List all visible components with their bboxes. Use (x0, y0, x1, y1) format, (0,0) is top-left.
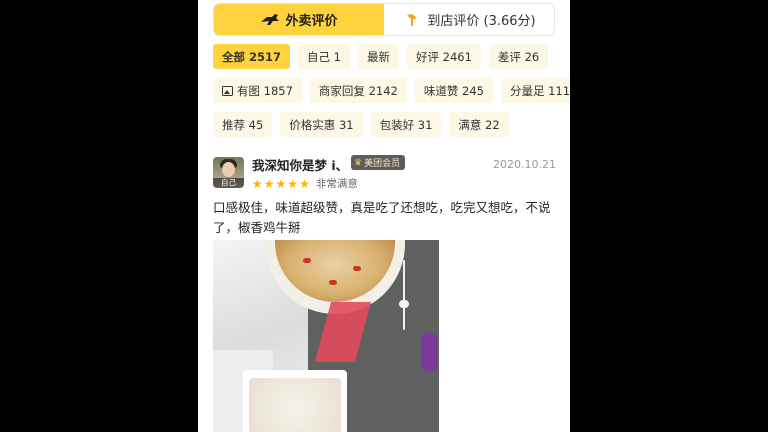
chili (329, 280, 337, 285)
chili (303, 258, 311, 263)
filter-label: 有图 1857 (237, 83, 293, 98)
avatar[interactable]: 自己 (213, 157, 244, 188)
tab-label: 外卖评价 (285, 14, 338, 29)
filter-latest[interactable]: 最新 (358, 44, 399, 69)
review-text: 口感极佳，味道超级赞，真是吃了还想吃，吃完又想吃，不说了，椒香鸡牛掰 (213, 200, 551, 235)
filter-row: 全部 2517 自己 1 最新 好评 2461 差评 26 (213, 44, 558, 69)
filter-merchant-reply[interactable]: 商家回复 2142 (309, 78, 407, 103)
star-icon: ★ (252, 176, 263, 191)
shop-pin-icon (402, 13, 422, 27)
filter-good-price[interactable]: 价格实惠 31 (280, 112, 363, 137)
filter-good-packaging[interactable]: 包装好 31 (370, 112, 442, 137)
star-icon: ★ (263, 176, 275, 191)
filter-negative[interactable]: 差评 26 (488, 44, 549, 69)
filter-satisfied[interactable]: 满意 22 (449, 112, 509, 137)
review-page: 外卖评价 到店评价 (3.66分) 全部 2517 自己 1 最新 好评 246… (198, 0, 570, 432)
review-type-tabs: 外卖评价 到店评价 (3.66分) (213, 3, 555, 36)
username[interactable]: 我深知你是梦 i、 (252, 155, 348, 174)
filter-row: 推荐 45 价格实惠 31 包装好 31 满意 22 (213, 112, 558, 137)
filter-row: 有图 1857 商家回复 2142 味道赞 245 分量足 111 (213, 78, 570, 103)
earbud (399, 300, 409, 308)
earphone-wire (403, 260, 405, 330)
purple-object (421, 332, 437, 372)
crown-icon: ♛ (354, 157, 363, 168)
filter-positive[interactable]: 好评 2461 (407, 44, 481, 69)
delivery-rider-icon (260, 13, 280, 27)
review-date: 2020.10.21 (493, 158, 556, 171)
tab-store-reviews[interactable]: 到店评价 (3.66分) (384, 4, 554, 35)
member-badge-label: 美团会员 (364, 159, 401, 169)
filter-mine[interactable]: 自己 1 (298, 44, 350, 69)
review-photo[interactable] (213, 240, 439, 432)
member-badge: ♛ 美团会员 (351, 155, 406, 170)
filter-all[interactable]: 全部 2517 (213, 44, 291, 69)
avatar-self-tag: 自己 (213, 178, 244, 188)
filter-with-photos[interactable]: 有图 1857 (213, 78, 302, 103)
filter-recommend[interactable]: 推荐 45 (213, 112, 273, 137)
star-rating: ★ ★ ★ ★ ★ 非常满意 (252, 176, 358, 191)
rating-text: 非常满意 (315, 178, 358, 190)
filter-large-portion[interactable]: 分量足 111 (500, 78, 570, 103)
filter-taste-good[interactable]: 味道赞 245 (414, 78, 493, 103)
star-icon: ★ (299, 176, 310, 191)
rice (249, 378, 341, 432)
filter-chips: 全部 2517 自己 1 最新 好评 2461 差评 26 有图 1857 商家… (213, 44, 570, 146)
star-icon: ★ (275, 176, 287, 191)
avatar-face (222, 162, 235, 177)
image-icon (222, 85, 233, 96)
star-icon: ★ (287, 176, 299, 191)
tab-label: 到店评价 (3.66分) (427, 14, 536, 29)
tab-delivery-reviews[interactable]: 外卖评价 (214, 4, 384, 35)
chili (353, 266, 361, 271)
